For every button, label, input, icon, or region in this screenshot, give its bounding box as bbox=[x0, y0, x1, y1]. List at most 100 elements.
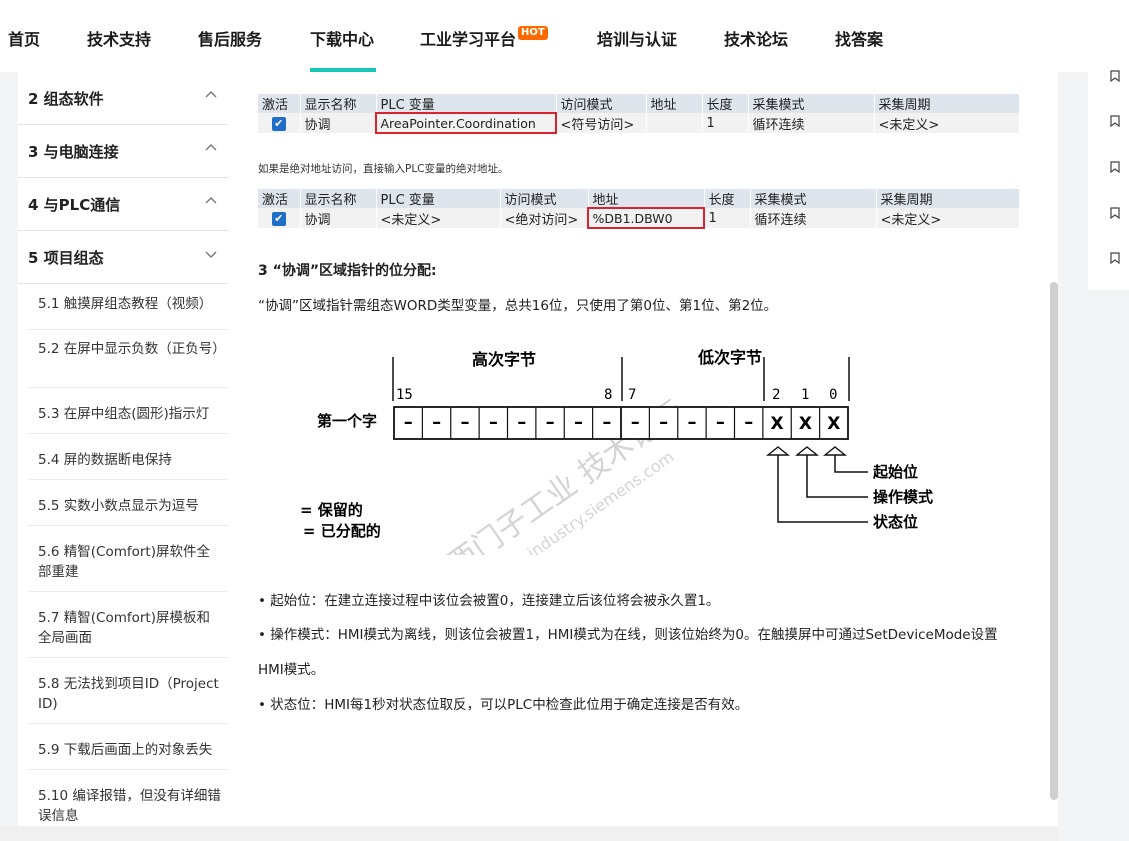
table-cell bbox=[646, 113, 703, 133]
sidebar-subitem-5-6[interactable]: 5.6 精智(Comfort)屏软件全部重建 bbox=[28, 526, 228, 592]
reserved-bit-cell: – bbox=[631, 412, 640, 433]
table-cell: <未定义> bbox=[376, 208, 501, 228]
table-header: PLC 变量 bbox=[376, 94, 557, 113]
nav-after-sales[interactable]: 售后服务 bbox=[198, 26, 262, 50]
nav-download-center[interactable]: 下载中心 bbox=[310, 26, 374, 50]
bookmark-icon[interactable] bbox=[1110, 207, 1120, 219]
legend-assigned: x = 已分配的 bbox=[300, 522, 381, 540]
table-header: 地址 bbox=[588, 189, 705, 208]
checkbox-checked-icon: ✔ bbox=[271, 116, 286, 131]
reserved-bit-cell: – bbox=[460, 412, 469, 433]
nav-forum[interactable]: 技术论坛 bbox=[724, 26, 788, 50]
reserved-bit-cell: – bbox=[517, 412, 526, 433]
sidebar-subitem-5-3[interactable]: 5.3 在屏中组态(圆形)指示灯 bbox=[28, 388, 228, 434]
address-highlight-cell: %DB1.DBW0 bbox=[587, 207, 705, 229]
absolute-address-note: 如果是绝对地址访问，直接输入PLC变量的绝对地址。 bbox=[258, 163, 509, 175]
table-header-row: 激活 显示名称 PLC 变量 访问模式 地址 长度 采集模式 采集周期 bbox=[258, 94, 1020, 113]
nav-home[interactable]: 首页 bbox=[8, 26, 40, 50]
bit-7-label: 7 bbox=[628, 387, 636, 403]
table-header: 采集模式 bbox=[748, 94, 875, 113]
bit-assignment-diagram: 西门子工业 技术论坛 support.industry.siemens.com … bbox=[300, 348, 933, 555]
nav-tech-support[interactable]: 技术支持 bbox=[87, 26, 151, 50]
sidebar-subitem-5-9[interactable]: 5.9 下载后画面上的对象丢失 bbox=[28, 724, 228, 770]
table-cell: <未定义> bbox=[876, 208, 1020, 228]
sidebar-subitem-5-8[interactable]: 5.8 无法找到项目ID（Project ID) bbox=[28, 658, 228, 724]
plc-variable-table-absolute: 激活 显示名称 PLC 变量 访问模式 地址 长度 采集模式 采集周期 ✔ 协调… bbox=[258, 189, 1020, 229]
bullet-start-bit: • 起始位：在建立连接过程中该位会被置0，连接建立后该位将会被永久置1。 bbox=[258, 593, 720, 609]
bookmark-icon[interactable] bbox=[1110, 115, 1120, 127]
content-scrollbar[interactable] bbox=[1050, 282, 1058, 800]
table-cell: 1 bbox=[702, 113, 749, 133]
nav-learning-platform-label: 工业学习平台 bbox=[420, 30, 517, 49]
word-description-paragraph: “协调”区域指针需组态WORD类型变量，总共16位，只使用了第0位、第1位、第2… bbox=[258, 298, 778, 314]
reserved-bit-cell: – bbox=[744, 412, 753, 433]
sidebar-section-plc-comm[interactable]: 4 与PLC通信 bbox=[18, 178, 228, 231]
chevron-up-icon bbox=[205, 144, 217, 151]
operation-mode-label: 操作模式 bbox=[873, 488, 933, 506]
bit-cells: – – – – – – – – – – – – – X X X bbox=[393, 406, 849, 440]
nav-learning-platform[interactable]: 工业学习平台 HOT bbox=[420, 26, 548, 50]
high-byte-label: 高次字节 bbox=[472, 350, 536, 369]
table-header: PLC 变量 bbox=[376, 189, 501, 208]
bookmark-icon[interactable] bbox=[1110, 70, 1120, 82]
reserved-bit-cell: – bbox=[716, 412, 725, 433]
chevron-down-icon bbox=[205, 251, 217, 258]
table-header-row: 激活 显示名称 PLC 变量 访问模式 地址 长度 采集模式 采集周期 bbox=[258, 189, 1020, 208]
sidebar-section-pc-connection[interactable]: 3 与电脑连接 bbox=[18, 125, 228, 178]
hot-badge: HOT bbox=[518, 26, 548, 40]
sidebar-subitem-5-2[interactable]: 5.2 在屏中显示负数（正负号） bbox=[28, 330, 228, 388]
table-header: 激活 bbox=[258, 94, 301, 113]
sidebar: 2 组态软件 3 与电脑连接 4 与PLC通信 5 项目组态 5.1 触摸屏组态… bbox=[18, 72, 228, 832]
nav-training[interactable]: 培训与认证 bbox=[597, 26, 677, 50]
low-byte-label: 低次字节 bbox=[697, 348, 762, 367]
chevron-up-icon bbox=[205, 91, 217, 98]
table-header: 长度 bbox=[704, 189, 751, 208]
reserved-bit-cell: – bbox=[659, 412, 668, 433]
bit-0-label: 0 bbox=[829, 387, 837, 403]
bit-1-label: 1 bbox=[801, 387, 809, 403]
assigned-bit-cell: X bbox=[771, 414, 784, 434]
table-header: 地址 bbox=[646, 94, 703, 113]
legend-reserved: = 保留的 bbox=[300, 501, 363, 519]
nav-find-answers[interactable]: 找答案 bbox=[835, 26, 883, 50]
table-header: 采集模式 bbox=[750, 189, 877, 208]
bookmark-icon[interactable] bbox=[1110, 161, 1120, 173]
bit-15-label: 15 bbox=[396, 387, 413, 403]
table-header: 显示名称 bbox=[300, 189, 377, 208]
sidebar-section-label: 3 与电脑连接 bbox=[28, 143, 119, 161]
table-row: ✔ 协调 AreaPointer.Coordination <符号访问> 1 循… bbox=[258, 112, 1020, 134]
active-checkbox-cell: ✔ bbox=[258, 113, 301, 133]
sidebar-subitem-5-10[interactable]: 5.10 编译报错，但没有详细错误信息 bbox=[28, 770, 228, 832]
table-cell: <未定义> bbox=[874, 113, 1020, 133]
chevron-up-icon bbox=[205, 197, 217, 204]
sidebar-subitem-5-1[interactable]: 5.1 触摸屏组态教程（视频） bbox=[28, 284, 228, 330]
reserved-bit-cell: – bbox=[432, 412, 441, 433]
table-row: ✔ 协调 <未定义> <绝对访问> %DB1.DBW0 1 循环连续 <未定义> bbox=[258, 207, 1020, 229]
right-toolbar bbox=[1088, 60, 1129, 290]
table-cell: 1 bbox=[704, 208, 751, 228]
top-nav: 首页 技术支持 售后服务 下载中心 工业学习平台 HOT 培训与认证 技术论坛 找… bbox=[0, 0, 1129, 72]
sidebar-subitem-5-5[interactable]: 5.5 实数小数点显示为逗号 bbox=[28, 480, 228, 526]
table-cell: 协调 bbox=[300, 113, 377, 133]
bookmark-icon[interactable] bbox=[1110, 252, 1120, 264]
sidebar-subitem-5-4[interactable]: 5.4 屏的数据断电保持 bbox=[28, 434, 228, 480]
sidebar-section-config-software[interactable]: 2 组态软件 bbox=[18, 72, 228, 125]
table-cell: 协调 bbox=[300, 208, 377, 228]
reserved-bit-cell: – bbox=[404, 412, 413, 433]
reserved-bit-cell: – bbox=[489, 412, 498, 433]
sidebar-section-label: 2 组态软件 bbox=[28, 90, 104, 108]
bit-2-label: 2 bbox=[772, 387, 780, 403]
assigned-bit-cell: X bbox=[827, 414, 840, 434]
status-bit-label: 状态位 bbox=[873, 513, 918, 531]
assigned-bit-cell: X bbox=[799, 414, 812, 434]
plc-variable-highlight-cell: AreaPointer.Coordination bbox=[375, 112, 557, 134]
sidebar-subitem-5-7[interactable]: 5.7 精智(Comfort)屏模板和全局画面 bbox=[28, 592, 228, 658]
checkbox-checked-icon: ✔ bbox=[271, 211, 286, 226]
bullet-operation-mode-cont: HMI模式。 bbox=[258, 662, 325, 678]
reserved-bit-cell: – bbox=[574, 412, 583, 433]
start-bit-label: 起始位 bbox=[872, 463, 918, 481]
active-checkbox-cell: ✔ bbox=[258, 208, 301, 228]
sidebar-section-label: 4 与PLC通信 bbox=[28, 196, 121, 214]
section-heading-bit-assignment: 3 “协调”区域指针的位分配: bbox=[258, 263, 437, 279]
sidebar-section-project-config[interactable]: 5 项目组态 bbox=[18, 231, 228, 284]
